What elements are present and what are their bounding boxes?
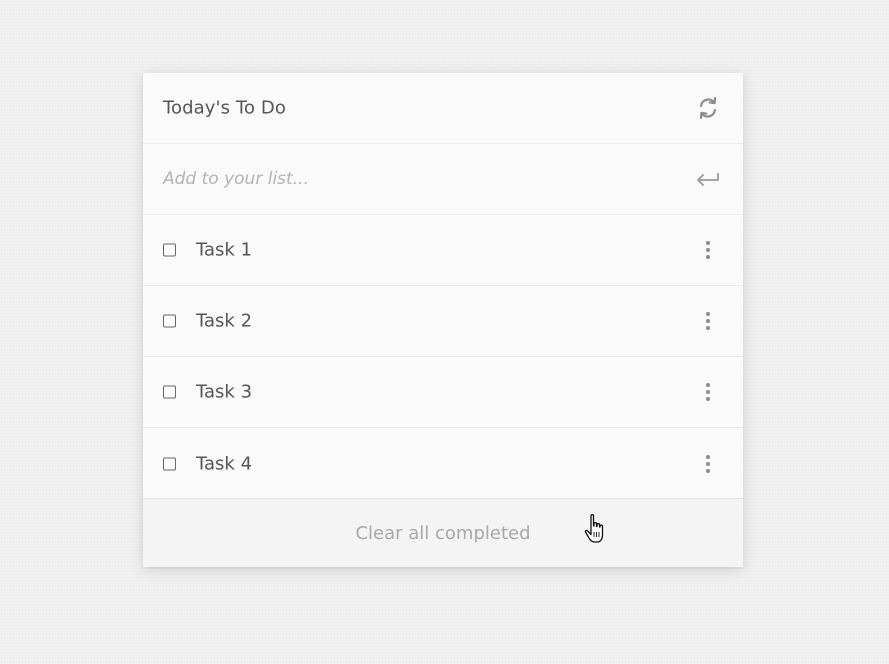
more-vertical-icon (706, 312, 710, 316)
task-row: Task 4 (143, 428, 743, 499)
more-vertical-icon (706, 383, 710, 387)
add-item-row (143, 144, 743, 215)
task-menu-button[interactable] (698, 306, 718, 336)
task-label: Task 2 (196, 310, 253, 332)
task-checkbox[interactable] (163, 385, 176, 399)
page-title: Today's To Do (163, 97, 286, 119)
refresh-icon (699, 96, 717, 120)
task-label: Task 4 (196, 453, 253, 474)
task-row: Task 2 (143, 286, 743, 357)
task-checkbox[interactable] (163, 314, 176, 328)
todo-header: Today's To Do (143, 73, 743, 144)
todo-card: Today's To Do Task 1 Ta (143, 73, 743, 567)
enter-return-icon (697, 173, 719, 186)
task-checkbox[interactable] (163, 243, 176, 257)
task-checkbox[interactable] (163, 457, 176, 470)
task-label: Task 3 (196, 381, 253, 403)
clear-completed-button[interactable]: Clear all completed (355, 523, 530, 544)
task-label: Task 1 (196, 239, 253, 261)
add-item-submit-button[interactable] (693, 164, 723, 194)
refresh-button[interactable] (693, 93, 723, 123)
task-menu-button[interactable] (698, 449, 718, 479)
hand-pointer-cursor-icon (584, 514, 604, 543)
task-menu-button[interactable] (698, 235, 718, 265)
task-row: Task 3 (143, 357, 743, 428)
add-item-input[interactable] (163, 169, 643, 189)
todo-footer: Clear all completed (143, 498, 743, 567)
task-row: Task 1 (143, 215, 743, 286)
more-vertical-icon (706, 454, 710, 459)
more-vertical-icon (706, 241, 710, 245)
task-menu-button[interactable] (698, 377, 718, 407)
